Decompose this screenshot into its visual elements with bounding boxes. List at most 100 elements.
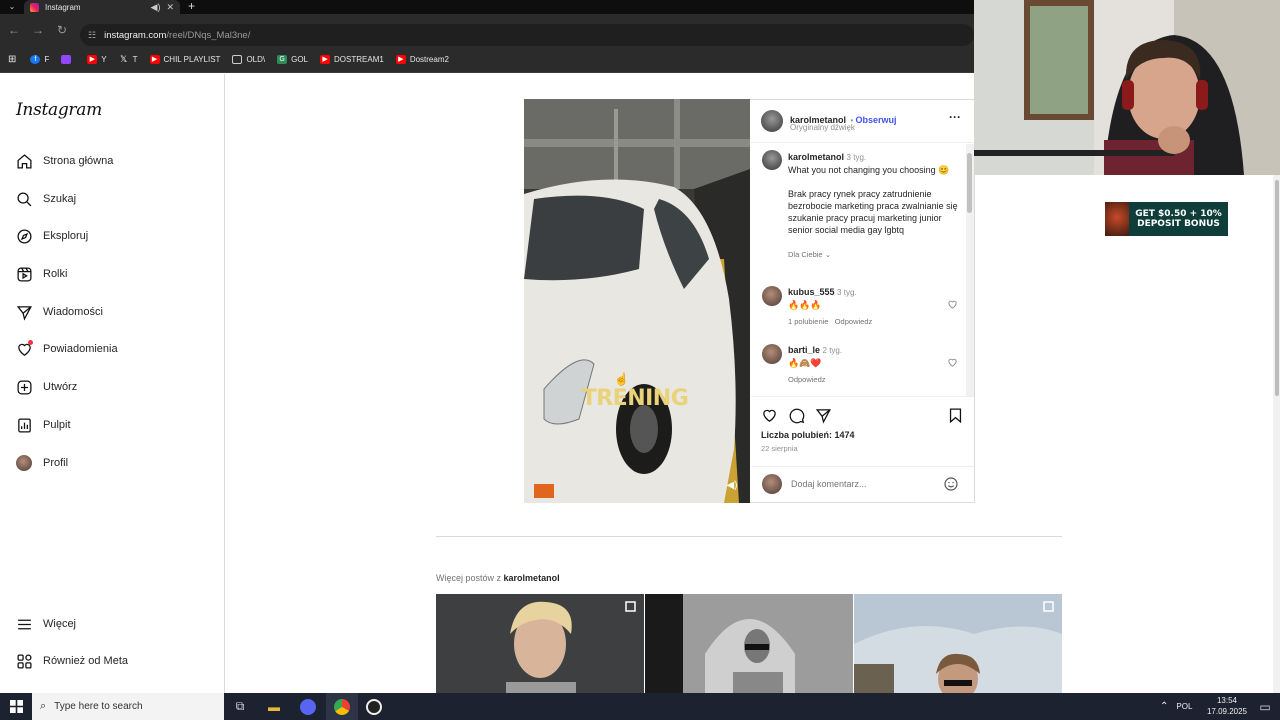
sidebar-item-messages[interactable]: Wiadomości: [14, 300, 214, 324]
comments-scrollbar-thumb[interactable]: [967, 153, 972, 213]
comment-input[interactable]: [791, 476, 931, 492]
comment-item: barti_le 2 tyg. 🔥🙈❤️ Odpowiedz: [788, 344, 960, 384]
youtube-icon: ▶: [149, 55, 160, 64]
comment-text: 🔥🙈❤️: [788, 358, 822, 368]
forward-icon[interactable]: →: [29, 14, 47, 47]
like-comment-icon[interactable]: [947, 357, 958, 368]
author-avatar[interactable]: [761, 110, 783, 132]
bookmark-dostream2[interactable]: ▶ Dostream2: [395, 55, 449, 64]
sidebar-item-create[interactable]: Utwórz: [14, 375, 214, 399]
like-comment-icon[interactable]: [947, 299, 958, 310]
tray-expand-icon[interactable]: ⌃: [1160, 701, 1168, 712]
gol-icon: G: [277, 55, 288, 64]
notifications-icon[interactable]: ▭: [1252, 693, 1278, 720]
bookmark-twitch[interactable]: [61, 55, 75, 64]
caption-author[interactable]: karolmetanol: [788, 152, 844, 162]
caption-time: 3 tyg.: [846, 153, 867, 162]
back-icon[interactable]: ←: [5, 14, 23, 47]
thumbnail-image: [854, 594, 1062, 694]
casino-ad-banner[interactable]: GET $0.50 + 10% DEPOSIT BONUS: [1105, 202, 1228, 236]
task-view-icon[interactable]: ⧉: [224, 693, 256, 720]
sidebar-item-profile[interactable]: Profil: [14, 451, 214, 475]
meta-icon: [14, 651, 34, 671]
taskbar-search[interactable]: ⌕ Type here to search: [32, 693, 224, 720]
heart-icon: [14, 339, 34, 359]
bookmark-x[interactable]: 𝕏T: [119, 55, 138, 65]
sidebar-item-more[interactable]: Więcej: [14, 612, 214, 636]
apps-grid-icon[interactable]: ⊞: [8, 54, 16, 65]
comment-icon[interactable]: [788, 407, 805, 424]
mute-icon[interactable]: ◀): [724, 478, 740, 494]
bookmark-chil-playlist[interactable]: ▶ CHIL PLAYLIST: [149, 55, 220, 64]
comment-avatar[interactable]: [762, 344, 782, 364]
url-path: /reel/DNqs_Mal3ne/: [166, 29, 251, 41]
tab-search-icon[interactable]: ⌄: [4, 0, 20, 14]
browser-tab[interactable]: Instagram ◀) ✕: [24, 0, 180, 14]
webcam-image: [974, 0, 1280, 175]
likes-count[interactable]: Liczba polubień: 1474: [761, 430, 855, 440]
caption-avatar[interactable]: [762, 150, 782, 170]
bookmark-folder-old[interactable]: OLD\: [232, 55, 265, 64]
reply-button[interactable]: Odpowiedz: [835, 317, 873, 326]
bookmark-gol[interactable]: G GOL: [277, 55, 308, 64]
reply-button[interactable]: Odpowiedz: [788, 375, 826, 384]
sidebar-item-notifications[interactable]: Powiadomienia: [14, 337, 214, 361]
profile-post-thumbnail[interactable]: [645, 594, 853, 694]
comment-likes[interactable]: 1 polubienie: [788, 317, 828, 326]
search-icon: ⌕: [40, 700, 47, 712]
file-explorer-icon[interactable]: ▬: [258, 693, 290, 720]
follow-button[interactable]: Obserwuj: [856, 115, 897, 125]
comment-avatar[interactable]: [762, 286, 782, 306]
like-icon[interactable]: [761, 407, 778, 424]
url-domain: instagram.com: [104, 29, 167, 41]
url-input[interactable]: ☷ instagram.com/reel/DNqs_Mal3ne/: [80, 24, 974, 46]
share-icon[interactable]: [815, 407, 832, 424]
reel-video[interactable]: [524, 99, 750, 503]
instagram-favicon-icon: [30, 2, 39, 12]
system-tray: ⌃ POL: [1160, 693, 1192, 720]
facebook-icon: f: [30, 55, 41, 64]
bookmark-dostream1[interactable]: ▶ DOSTREAM1: [320, 55, 384, 64]
audio-label[interactable]: Oryginalny dźwięk: [790, 123, 855, 132]
reload-icon[interactable]: ↻: [53, 14, 71, 47]
profile-post-thumbnail[interactable]: [854, 594, 1062, 694]
obs-icon[interactable]: [358, 693, 390, 720]
sidebar-item-home[interactable]: Strona główna: [14, 149, 214, 173]
sidebar-item-explore[interactable]: Eksploruj: [14, 224, 214, 248]
site-info-icon[interactable]: ☷: [88, 30, 96, 41]
more-options-icon[interactable]: ···: [949, 110, 961, 124]
youtube-icon: ▶: [395, 55, 406, 64]
save-icon[interactable]: [947, 407, 964, 424]
discord-icon[interactable]: [292, 693, 324, 720]
bookmark-facebook[interactable]: fF: [30, 55, 49, 64]
more-posts-label: Więcej postów z karolmetanol: [436, 573, 560, 583]
post-header: karolmetanol • Obserwuj Oryginalny dźwię…: [751, 100, 974, 143]
comment-author[interactable]: barti_le: [788, 345, 820, 355]
comment-time: 2 tyg.: [822, 346, 843, 355]
close-tab-icon[interactable]: ✕: [166, 2, 174, 13]
video-frame-image: [524, 99, 750, 503]
plus-icon: [14, 377, 34, 397]
more-posts-author[interactable]: karolmetanol: [504, 573, 560, 583]
bookmark-youtube[interactable]: ▶ Y: [87, 55, 107, 64]
sidebar-item-dashboard[interactable]: Pulpit: [14, 413, 214, 437]
divider: [436, 536, 1062, 537]
chrome-icon[interactable]: [326, 693, 358, 720]
new-tab-button[interactable]: +: [188, 0, 195, 13]
instagram-logo[interactable]: Instagram: [16, 100, 102, 120]
ad-text-line2: DEPOSIT BONUS: [1137, 219, 1220, 229]
sidebar-item-search[interactable]: Szukaj: [14, 187, 214, 211]
sidebar-item-reels[interactable]: Rolki: [14, 262, 214, 286]
translation-toggle[interactable]: Dla Ciebie ⌄: [788, 250, 960, 259]
windows-start-icon[interactable]: [0, 693, 32, 720]
taskbar-clock[interactable]: 13:54 17.09.2025: [1200, 695, 1254, 717]
language-indicator[interactable]: POL: [1176, 702, 1192, 711]
speaker-icon[interactable]: ◀): [151, 2, 161, 13]
comment-time: 3 tyg.: [837, 288, 857, 297]
emoji-icon[interactable]: [943, 476, 959, 492]
page-scrollbar-thumb[interactable]: [1275, 180, 1279, 396]
profile-post-thumbnail[interactable]: [436, 594, 644, 694]
sidebar-item-also-from-meta[interactable]: Również od Meta: [14, 649, 214, 673]
comment-author[interactable]: kubus_555: [788, 287, 835, 297]
compass-icon: [14, 226, 34, 246]
